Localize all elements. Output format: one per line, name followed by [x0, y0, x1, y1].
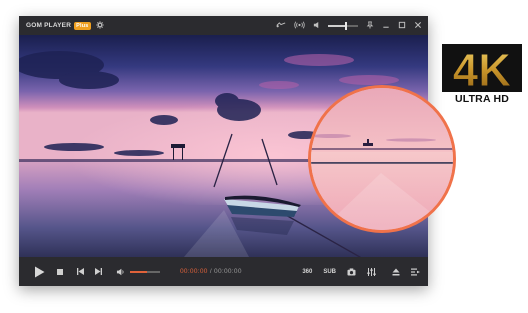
maximize-icon[interactable]	[398, 21, 406, 31]
minimize-icon[interactable]	[382, 21, 390, 31]
current-time: 00:00:00	[180, 268, 208, 275]
speaker-small-icon[interactable]	[313, 21, 320, 31]
cast-icon[interactable]	[276, 21, 286, 31]
zoom-magnifier	[308, 85, 456, 233]
close-icon[interactable]	[414, 21, 422, 31]
4k-text: 4K	[453, 44, 512, 94]
gear-icon[interactable]	[95, 20, 104, 31]
stop-button[interactable]	[57, 268, 63, 275]
previous-button[interactable]	[77, 268, 84, 275]
camera-icon[interactable]	[347, 267, 356, 276]
360-button[interactable]: 360	[302, 269, 312, 275]
pin-icon[interactable]	[366, 20, 374, 31]
total-time: 00:00:00	[214, 268, 242, 275]
zoomed-detail	[311, 88, 453, 230]
volume-fill	[130, 270, 147, 273]
app-name: GOM PLAYER	[26, 22, 72, 29]
title-bar: GOM PLAYER Plus	[19, 16, 428, 35]
time-separator: /	[209, 268, 212, 275]
eject-icon[interactable]	[392, 268, 400, 276]
title-bar-controls	[276, 16, 422, 35]
playlist-icon[interactable]	[411, 268, 420, 276]
ultra-hd-label: ULTRA HD	[454, 93, 510, 105]
titlebar-volume-thumb[interactable]	[344, 21, 347, 30]
control-bar: 00:00:00 / 00:00:00 360 SUB	[19, 257, 428, 286]
play-button[interactable]	[34, 266, 45, 278]
speaker-icon[interactable]	[116, 268, 125, 276]
next-button[interactable]	[95, 268, 102, 275]
plus-badge: Plus	[74, 21, 91, 30]
equalizer-icon[interactable]	[367, 267, 376, 276]
titlebar-volume-slider[interactable]	[328, 21, 358, 30]
broadcast-icon[interactable]	[294, 21, 305, 31]
app-title: GOM PLAYER Plus	[26, 20, 104, 31]
volume-slider[interactable]	[130, 270, 160, 273]
titlebar-volume-fill	[328, 24, 345, 27]
4k-logo-mark: 4K	[442, 44, 522, 97]
control-bar-right: 360 SUB	[302, 257, 420, 286]
subtitle-button[interactable]: SUB	[323, 269, 336, 275]
time-display: 00:00:00 / 00:00:00	[180, 268, 242, 275]
